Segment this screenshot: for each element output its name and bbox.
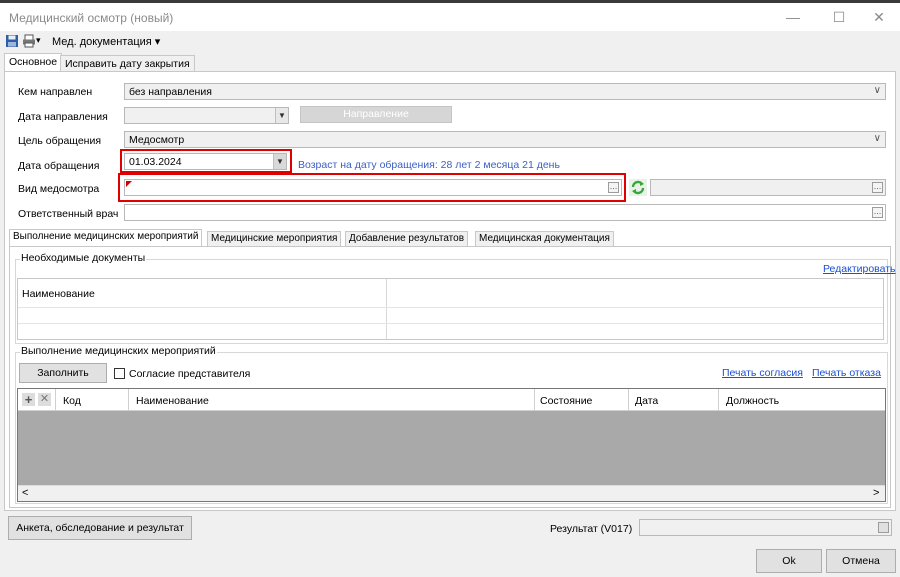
refresh-icon[interactable] bbox=[629, 179, 647, 196]
add-row-icon[interactable]: + bbox=[22, 393, 35, 406]
med-docs-menu[interactable]: Мед. документация ▾ bbox=[52, 35, 160, 48]
referred-by-combo[interactable]: без направления ∨ bbox=[124, 83, 886, 100]
exam-type-field[interactable]: … bbox=[124, 179, 622, 196]
calendar-dropdown-icon[interactable]: ▼ bbox=[273, 154, 286, 169]
purpose-combo[interactable]: Медосмотр ∨ bbox=[124, 131, 886, 148]
edit-docs-link[interactable]: Редактировать bbox=[823, 263, 896, 275]
activities-title: Выполнение медицинских мероприятий bbox=[20, 345, 217, 357]
chevron-down-icon: ∨ bbox=[873, 133, 881, 144]
ellipsis-icon[interactable]: … bbox=[872, 207, 883, 218]
scroll-right-icon[interactable]: > bbox=[873, 487, 879, 499]
calendar-dropdown-icon[interactable]: ▼ bbox=[275, 108, 288, 123]
print-dropdown-arrow[interactable]: ▾ bbox=[36, 35, 41, 46]
subtab-activities[interactable]: Медицинские мероприятия bbox=[207, 231, 342, 247]
ok-button[interactable]: Ok bbox=[756, 549, 822, 573]
floppy-disk-icon[interactable] bbox=[5, 34, 19, 48]
col-status-header[interactable]: Состояние bbox=[540, 395, 592, 407]
age-note: Возраст на дату обращения: 28 лет 2 меся… bbox=[298, 159, 560, 171]
doctor-label: Ответственный врач bbox=[18, 208, 119, 220]
referred-by-label: Кем направлен bbox=[18, 86, 93, 98]
row-divider bbox=[18, 323, 883, 324]
activities-grid-body bbox=[18, 411, 885, 485]
subtab-add-results[interactable]: Добавление результатов bbox=[345, 231, 469, 247]
chevron-down-icon: ∨ bbox=[873, 85, 881, 96]
consent-checkbox[interactable] bbox=[114, 368, 125, 379]
required-marker-icon bbox=[126, 181, 132, 187]
visit-date-label: Дата обращения bbox=[18, 160, 100, 172]
consent-checkbox-label: Согласие представителя bbox=[129, 368, 251, 380]
cancel-button[interactable]: Отмена bbox=[826, 549, 896, 573]
col-name-header[interactable]: Наименование bbox=[22, 288, 95, 300]
close-button[interactable]: ✕ bbox=[856, 3, 900, 31]
required-docs-title: Необходимые документы bbox=[20, 252, 147, 264]
column-divider bbox=[628, 389, 629, 411]
column-divider bbox=[128, 389, 129, 411]
print-consent-link[interactable]: Печать согласия bbox=[722, 367, 803, 379]
subtab-med-docs[interactable]: Медицинская документация bbox=[475, 231, 614, 247]
ellipsis-icon[interactable]: … bbox=[872, 182, 883, 193]
col-code-header[interactable]: Код bbox=[63, 395, 81, 407]
referral-date-label: Дата направления bbox=[18, 111, 108, 123]
column-divider bbox=[386, 279, 387, 339]
tab-fix-close-date[interactable]: Исправить дату закрытия bbox=[60, 55, 195, 72]
ellipsis-icon[interactable]: … bbox=[608, 182, 619, 193]
tab-main[interactable]: Основное bbox=[4, 53, 63, 72]
purpose-value: Медосмотр bbox=[129, 134, 185, 146]
subtab-execution[interactable]: Выполнение медицинских мероприятий bbox=[9, 229, 203, 247]
col-position-header[interactable]: Должность bbox=[726, 395, 779, 407]
window-title: Медицинский осмотр (новый) bbox=[9, 11, 174, 25]
column-divider bbox=[55, 389, 56, 411]
referral-button[interactable]: Направление bbox=[300, 106, 452, 123]
column-divider bbox=[534, 389, 535, 411]
horizontal-scrollbar[interactable]: < > bbox=[18, 485, 885, 501]
exam-type-label: Вид медосмотра bbox=[18, 183, 100, 195]
purpose-label: Цель обращения bbox=[18, 135, 102, 147]
required-docs-grid: Наименование bbox=[17, 278, 884, 340]
row-divider bbox=[18, 307, 883, 308]
delete-row-icon[interactable]: ✕ bbox=[38, 393, 51, 406]
doctor-field[interactable]: … bbox=[124, 204, 886, 221]
column-divider bbox=[718, 389, 719, 411]
survey-results-button[interactable]: Анкета, обследование и результат bbox=[8, 516, 192, 540]
ellipsis-icon[interactable] bbox=[878, 522, 889, 533]
minimize-button[interactable]: — bbox=[770, 3, 816, 31]
printer-icon[interactable] bbox=[22, 34, 36, 48]
fill-button[interactable]: Заполнить bbox=[19, 363, 107, 383]
col-date-header[interactable]: Дата bbox=[635, 395, 658, 407]
referred-by-value: без направления bbox=[129, 86, 212, 98]
exam-type-code-field[interactable]: … bbox=[650, 179, 886, 196]
print-refusal-link[interactable]: Печать отказа bbox=[812, 367, 881, 379]
result-field[interactable] bbox=[639, 519, 892, 536]
visit-date-value: 01.03.2024 bbox=[129, 156, 182, 168]
visit-date-field[interactable]: 01.03.2024 ▼ bbox=[124, 153, 287, 170]
result-label: Результат (V017) bbox=[550, 523, 633, 535]
activities-grid: + ✕ Код Наименование Состояние Дата Долж… bbox=[17, 388, 886, 502]
scroll-left-icon[interactable]: < bbox=[22, 487, 28, 499]
col-name-header[interactable]: Наименование bbox=[136, 395, 209, 407]
referral-date-field[interactable]: ▼ bbox=[124, 107, 289, 124]
